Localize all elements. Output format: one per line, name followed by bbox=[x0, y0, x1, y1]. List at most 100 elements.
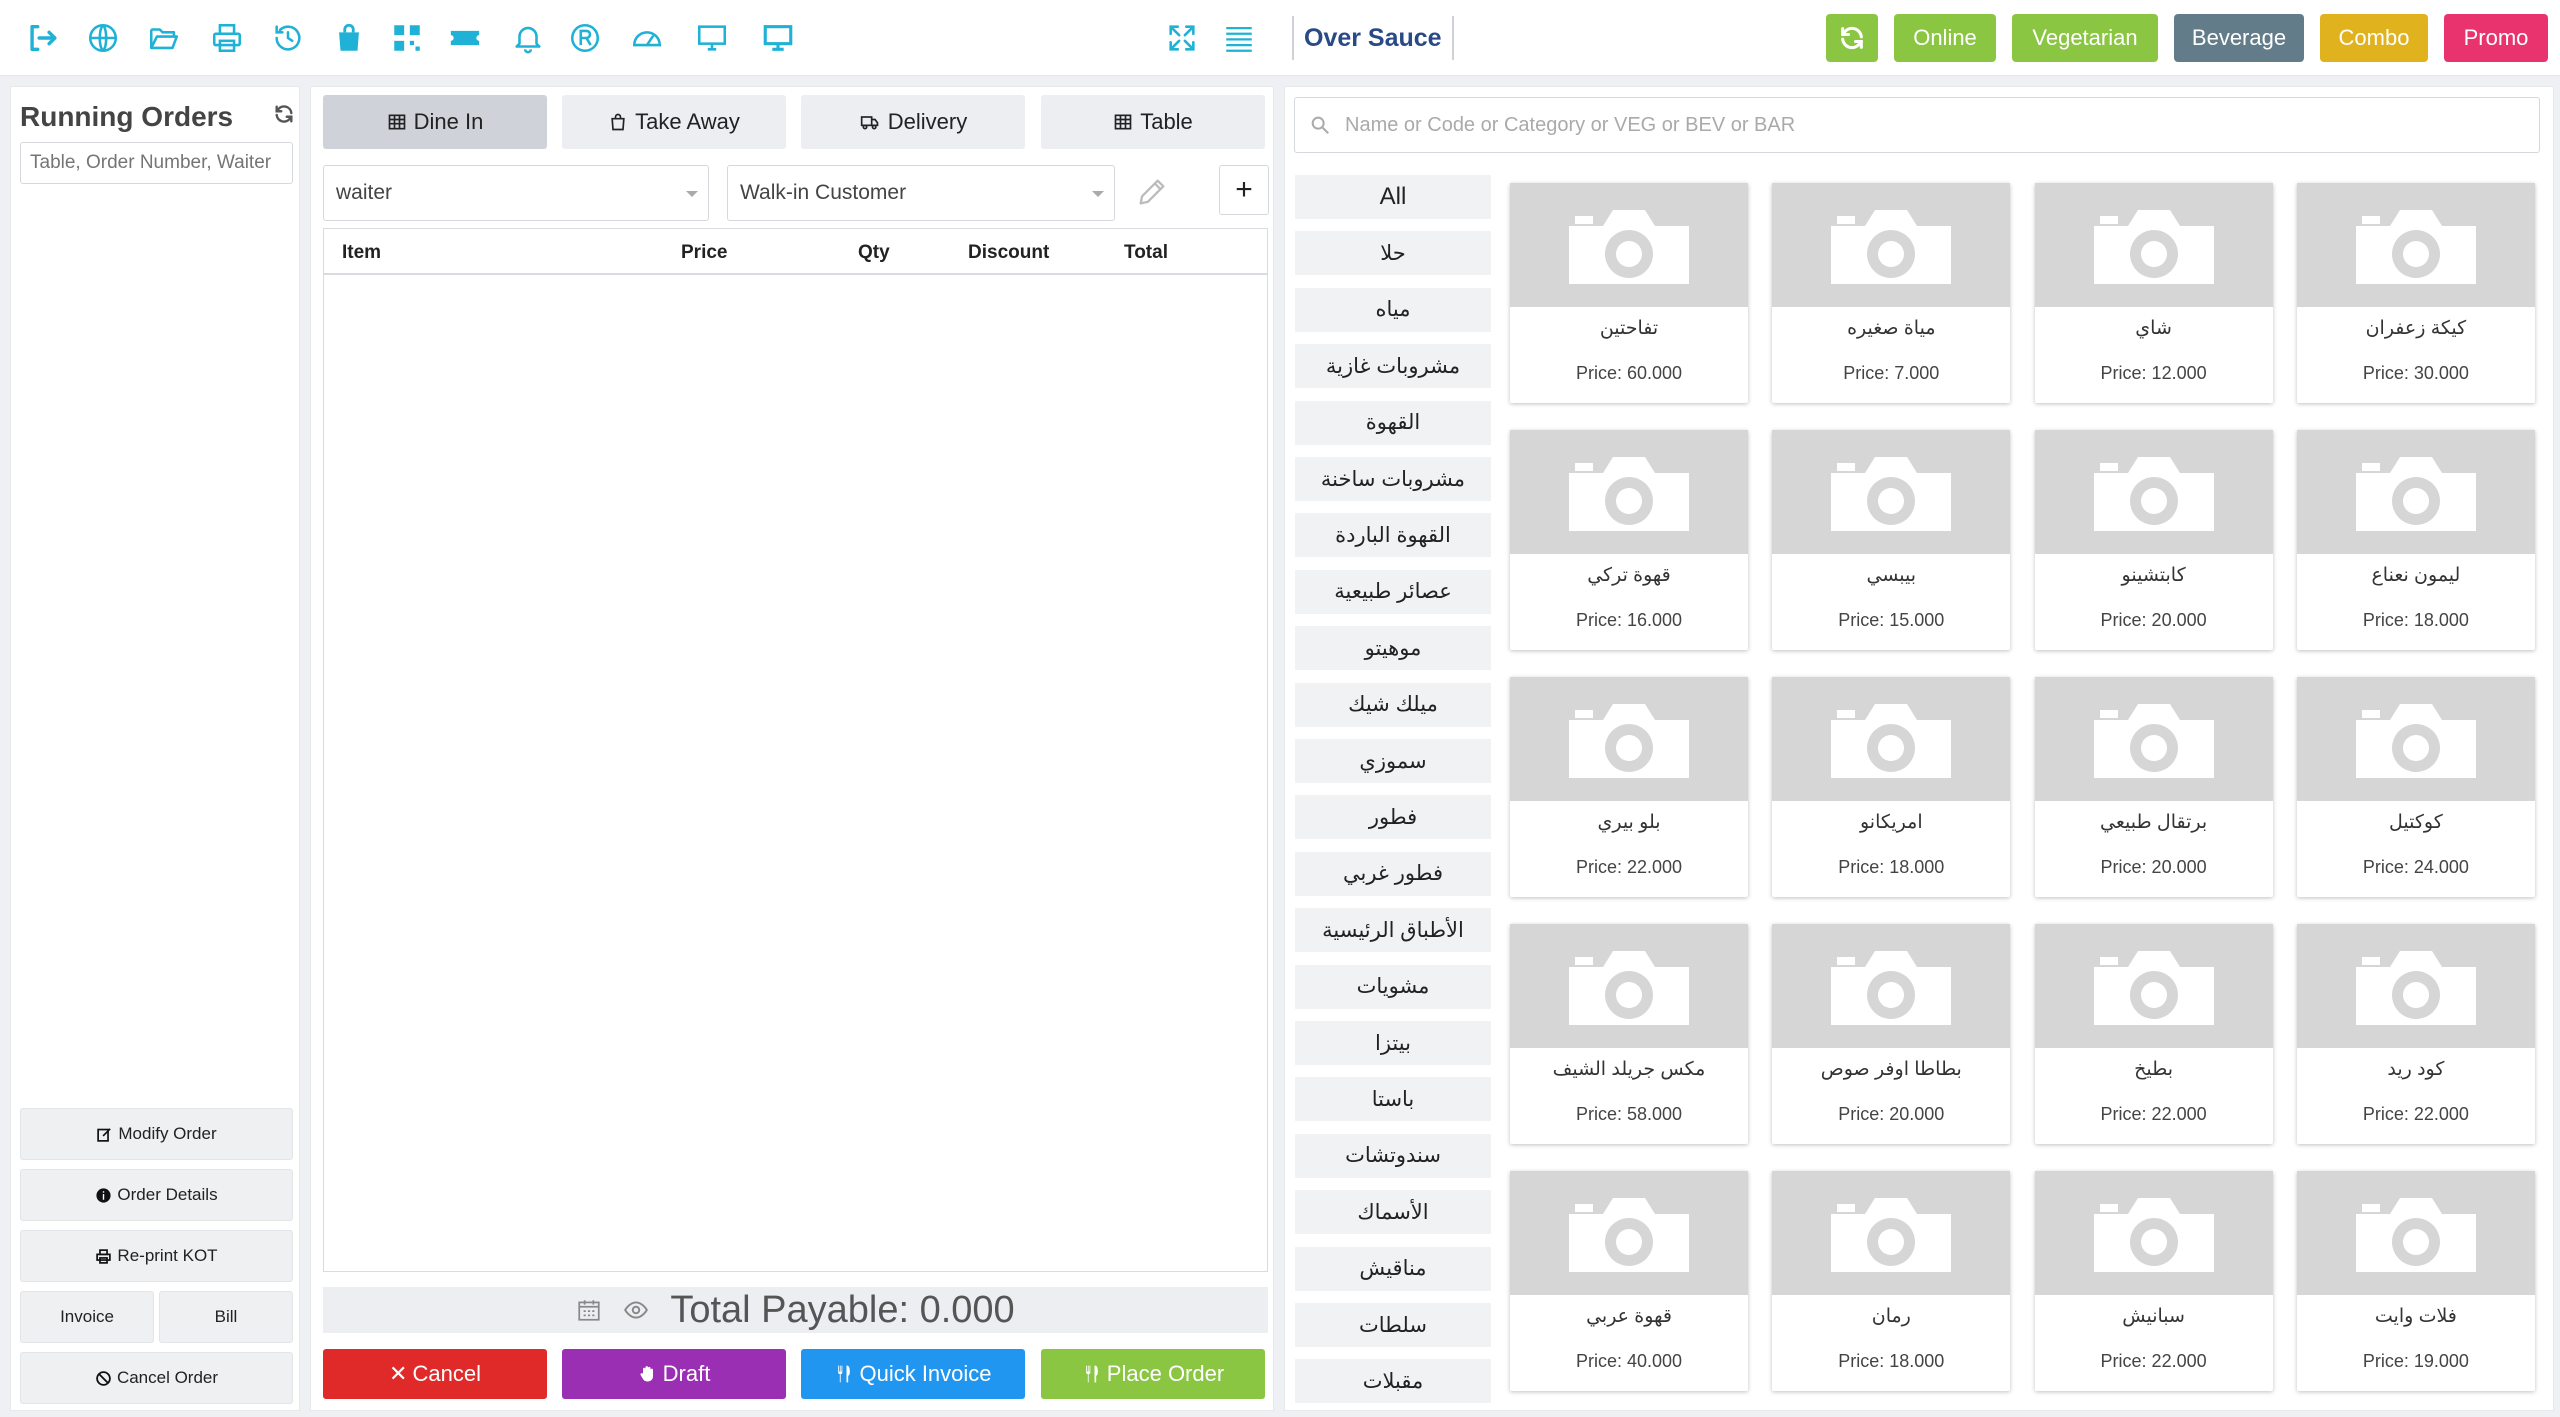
filter-promo-button[interactable]: Promo bbox=[2444, 14, 2548, 62]
filter-vegetarian-button[interactable]: Vegetarian bbox=[2012, 14, 2158, 62]
globe-icon[interactable] bbox=[83, 18, 123, 58]
filter-online-button[interactable]: Online bbox=[1894, 14, 1996, 62]
edit-customer-icon[interactable] bbox=[1135, 175, 1169, 214]
calendar-icon[interactable] bbox=[576, 1297, 602, 1323]
place-order-button[interactable]: Place Order bbox=[1041, 1349, 1265, 1399]
logout-icon[interactable] bbox=[22, 18, 62, 58]
tab-delivery[interactable]: Delivery bbox=[801, 95, 1025, 149]
product-name: امريكانو bbox=[1859, 812, 1923, 833]
brand-name: Over Sauce bbox=[1292, 16, 1454, 60]
camera-placeholder-icon bbox=[1510, 183, 1748, 307]
product-card[interactable]: بطيخ Price: 22.000 bbox=[2034, 924, 2273, 1144]
product-card[interactable]: مكس جريلد الشيف Price: 58.000 bbox=[1510, 924, 1748, 1144]
category-item[interactable]: عصائر طبيعية bbox=[1295, 569, 1491, 614]
order-details-button[interactable]: Order Details bbox=[20, 1169, 293, 1221]
cancel-button[interactable]: ✕ Cancel bbox=[323, 1349, 547, 1399]
waiter-select[interactable]: waiter bbox=[323, 165, 709, 221]
product-card[interactable]: بلو بيري Price: 22.000 bbox=[1510, 677, 1748, 897]
reprint-kot-button[interactable]: Re-print KOT bbox=[20, 1230, 293, 1282]
category-item[interactable]: فطور غربي bbox=[1295, 851, 1491, 896]
product-card[interactable]: بطاطا اوفر صوص Price: 20.000 bbox=[1772, 924, 2011, 1144]
eye-icon[interactable] bbox=[620, 1297, 652, 1323]
product-card[interactable]: قهوة عربي Price: 40.000 bbox=[1510, 1171, 1748, 1391]
refresh-button[interactable] bbox=[1826, 14, 1878, 62]
tab-table[interactable]: Table bbox=[1041, 95, 1265, 149]
product-search-input[interactable]: Name or Code or Category or VEG or BEV o… bbox=[1294, 97, 2540, 153]
printer-icon[interactable] bbox=[207, 18, 247, 58]
history-icon[interactable] bbox=[268, 18, 308, 58]
product-price: Price: 20.000 bbox=[1838, 1104, 1945, 1124]
fullscreen-icon[interactable] bbox=[1162, 18, 1202, 58]
filter-combo-button[interactable]: Combo bbox=[2320, 14, 2428, 62]
category-item[interactable]: باستا bbox=[1295, 1077, 1491, 1122]
product-card[interactable]: كود ريد Price: 22.000 bbox=[2296, 924, 2535, 1144]
monitor-icon[interactable] bbox=[692, 18, 732, 58]
top-toolbar: Over Sauce Online Vegetarian Beverage Co… bbox=[0, 0, 2560, 76]
category-item[interactable]: مناقيش bbox=[1295, 1246, 1491, 1291]
category-item[interactable]: موهيتو bbox=[1295, 626, 1491, 671]
camera-placeholder-icon bbox=[1772, 677, 2011, 801]
camera-placeholder-icon bbox=[2034, 924, 2273, 1048]
invoice-button[interactable]: Invoice bbox=[20, 1291, 154, 1343]
menu-icon[interactable] bbox=[1219, 18, 1259, 58]
product-card[interactable]: قهوة تركي Price: 16.000 bbox=[1510, 430, 1748, 650]
filter-beverage-button[interactable]: Beverage bbox=[2174, 14, 2304, 62]
category-item[interactable]: حلا bbox=[1295, 231, 1491, 276]
refresh-icon[interactable] bbox=[273, 103, 295, 130]
category-item[interactable]: مشروبات غازية bbox=[1295, 344, 1491, 389]
close-icon: ✕ bbox=[389, 1361, 408, 1386]
product-card[interactable]: مياة صغيره Price: 7.000 bbox=[1772, 183, 2011, 403]
product-card[interactable]: امريكانو Price: 18.000 bbox=[1772, 677, 2011, 897]
category-item[interactable]: مشروبات ساخنة bbox=[1295, 457, 1491, 501]
product-price: Price: 30.000 bbox=[2362, 363, 2469, 383]
desktop-icon[interactable] bbox=[758, 18, 798, 58]
product-card[interactable]: سبانيش Price: 22.000 bbox=[2034, 1171, 2273, 1391]
category-item[interactable]: مقبلات bbox=[1295, 1359, 1491, 1404]
draft-button[interactable]: Draft bbox=[562, 1349, 786, 1399]
category-item[interactable]: الأسماك bbox=[1295, 1190, 1491, 1235]
camera-placeholder-icon bbox=[2034, 1171, 2273, 1295]
cancel-order-button[interactable]: Cancel Order bbox=[20, 1352, 293, 1404]
registered-icon[interactable] bbox=[565, 18, 605, 58]
product-card[interactable]: شاي Price: 12.000 bbox=[2034, 183, 2273, 403]
category-item[interactable]: سموزي bbox=[1295, 739, 1491, 783]
category-item[interactable]: سلطات bbox=[1295, 1303, 1491, 1347]
add-customer-button[interactable]: + bbox=[1219, 165, 1269, 215]
category-item[interactable]: القهوة الباردة bbox=[1295, 513, 1491, 558]
camera-placeholder-icon bbox=[1772, 430, 2011, 554]
product-card[interactable]: كوكتيل Price: 24.000 bbox=[2296, 677, 2535, 897]
product-card[interactable]: كيكة زعفران Price: 30.000 bbox=[2296, 183, 2535, 403]
product-card[interactable]: فلات وايت Price: 19.000 bbox=[2296, 1171, 2535, 1391]
product-name: كيكة زعفران bbox=[2365, 318, 2467, 339]
tab-table-label: Table bbox=[1140, 109, 1193, 134]
qr-code-icon[interactable] bbox=[387, 18, 427, 58]
category-item[interactable]: All bbox=[1295, 175, 1491, 219]
category-item[interactable]: مشويات bbox=[1295, 964, 1491, 1009]
category-item[interactable]: الأطباق الرئيسية bbox=[1295, 908, 1491, 953]
category-item[interactable]: سندوتشات bbox=[1295, 1133, 1491, 1178]
tab-dine-in[interactable]: Dine In bbox=[323, 95, 547, 149]
category-item[interactable]: فطور bbox=[1295, 795, 1491, 840]
quick-invoice-button[interactable]: Quick Invoice bbox=[801, 1349, 1025, 1399]
tab-take-away[interactable]: Take Away bbox=[562, 95, 786, 149]
product-card[interactable]: برتقال طبيعي Price: 20.000 bbox=[2034, 677, 2273, 897]
category-item[interactable]: بيتزا bbox=[1295, 1021, 1491, 1065]
category-item[interactable]: ميلك شيك bbox=[1295, 682, 1491, 727]
ticket-icon[interactable] bbox=[445, 18, 485, 58]
modify-order-button[interactable]: Modify Order bbox=[20, 1108, 293, 1160]
product-card[interactable]: بيبسي Price: 15.000 bbox=[1772, 430, 2011, 650]
shopping-bag-icon[interactable] bbox=[329, 18, 369, 58]
place-order-label: Place Order bbox=[1106, 1361, 1225, 1386]
bell-icon[interactable] bbox=[508, 18, 548, 58]
customer-select[interactable]: Walk-in Customer bbox=[727, 165, 1115, 221]
product-card[interactable]: تفاحتين Price: 60.000 bbox=[1510, 183, 1748, 403]
product-card[interactable]: رمان Price: 18.000 bbox=[1772, 1171, 2011, 1391]
category-item[interactable]: القهوة bbox=[1295, 400, 1491, 445]
product-card[interactable]: كابتشينو Price: 20.000 bbox=[2034, 430, 2273, 650]
product-card[interactable]: ليمون نعناع Price: 18.000 bbox=[2296, 430, 2535, 650]
folder-open-icon[interactable] bbox=[144, 18, 184, 58]
bill-button[interactable]: Bill bbox=[159, 1291, 293, 1343]
category-item[interactable]: مياه bbox=[1295, 287, 1491, 332]
dashboard-icon[interactable] bbox=[627, 18, 667, 58]
running-orders-search-input[interactable] bbox=[20, 142, 293, 184]
